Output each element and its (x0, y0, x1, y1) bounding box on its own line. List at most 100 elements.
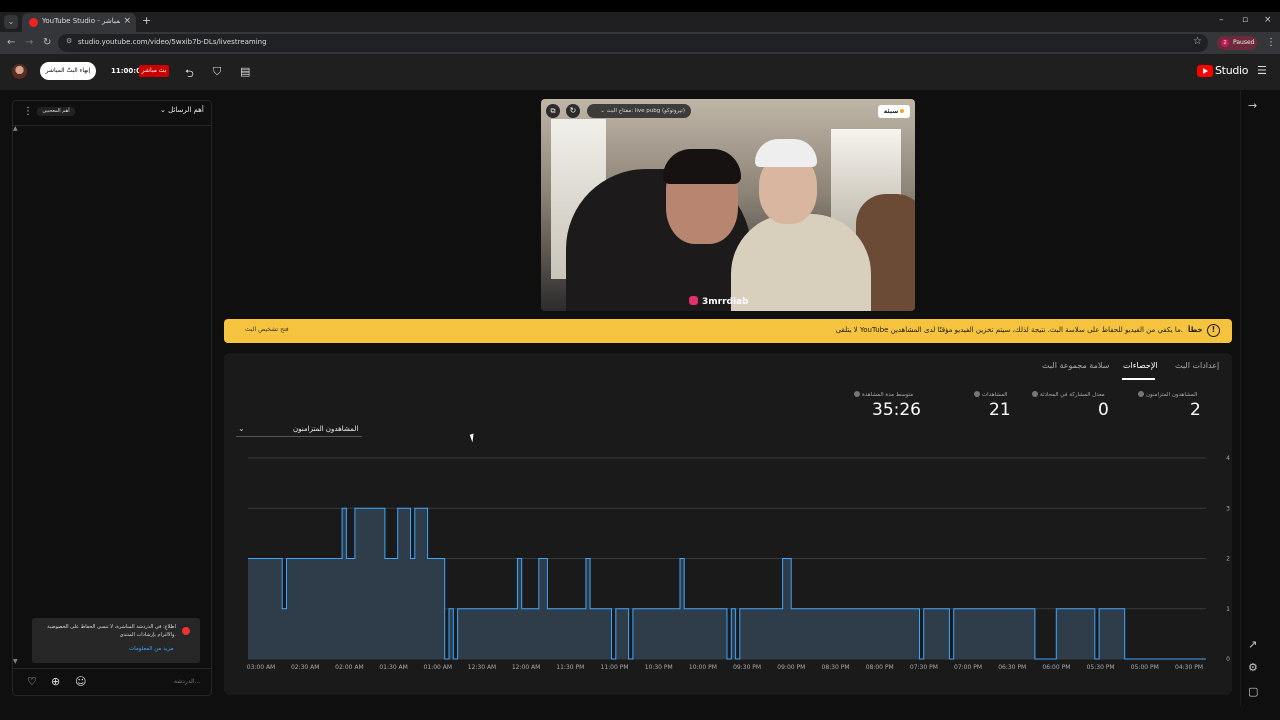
stream-health-badge: سيئة (878, 105, 910, 118)
heart-icon[interactable]: ♡ (27, 675, 37, 688)
y-tick-label: 2 (1226, 556, 1230, 563)
profile-status: Paused (1233, 39, 1255, 46)
maximize-icon[interactable]: ▫ (1242, 15, 1248, 25)
help-icon[interactable] (974, 391, 980, 397)
x-tick-label: 05:00 PM (1131, 664, 1159, 671)
stream-health-label: سيئة (883, 108, 899, 115)
window-top-bar (0, 0, 1280, 12)
end-stream-button[interactable]: إنهاء البثّ المباشر (40, 62, 96, 80)
metric-name: معدل المشاركة في المحادثة (1040, 392, 1105, 398)
profile-button[interactable]: 2 Paused (1217, 36, 1257, 50)
tab-analytics[interactable]: الإحصاءات (1123, 361, 1158, 370)
channel-avatar[interactable] (12, 64, 27, 79)
feedback-icon[interactable]: ▢ (1248, 685, 1258, 698)
tab-stream-health[interactable]: سلامة مجموعة البث (1042, 361, 1109, 370)
reload-icon[interactable]: ↻ (43, 37, 51, 48)
tab-stream-settings[interactable]: إعدادات البث (1175, 361, 1219, 370)
scroll-down-arrow-icon[interactable]: ▼ (13, 658, 18, 665)
share-icon[interactable]: ⮌ (185, 65, 194, 84)
metric-value: 2 (1190, 400, 1201, 420)
site-info-icon[interactable]: ⚙ (66, 37, 72, 45)
chat-mode-label: أهم الرسائل (168, 106, 204, 114)
x-tick-label: 07:30 PM (910, 664, 938, 671)
chevron-down-icon: ⌄ (160, 106, 166, 114)
x-tick-label: 09:30 PM (733, 664, 761, 671)
url-text: studio.youtube.com/video/5wxib7b-DLs/liv… (78, 38, 267, 46)
top-fans-chip[interactable]: أهم المعجبين (37, 107, 75, 116)
refresh-icon[interactable]: ↻ (566, 104, 580, 118)
expand-arrow-icon[interactable]: → (1248, 99, 1257, 112)
metric-label: متوسط مدة المشاهدة (854, 391, 913, 398)
close-window-icon[interactable]: × (1264, 15, 1272, 25)
youtube-logo-icon (1197, 65, 1213, 77)
scroll-up-arrow-icon[interactable]: ▲ (13, 125, 18, 132)
metric-label: المشاهدات (974, 391, 1007, 398)
youtube-favicon-icon (29, 18, 38, 27)
person-left-hair (663, 149, 741, 184)
status-dot-icon (900, 109, 905, 113)
tab-search-button[interactable]: ⌄ (4, 15, 18, 29)
profile-avatar: 2 (1221, 39, 1229, 47)
stream-preview[interactable] (541, 99, 915, 311)
metric-select-label: المشاهدون المتزامنون (293, 425, 359, 433)
diagnose-link[interactable]: فتح تشخيص البث (245, 326, 289, 333)
right-rail (1240, 90, 1280, 706)
x-tick-label: 06:00 PM (1042, 664, 1070, 671)
settings-gear-icon[interactable]: ⚙ (1248, 661, 1258, 674)
clapperboard-icon[interactable]: ▤ (240, 65, 250, 78)
menu-icon[interactable]: ☰ (1257, 64, 1267, 77)
x-tick-label: 03:00 AM (247, 664, 275, 671)
x-tick-label: 11:00 PM (601, 664, 629, 671)
x-tick-label: 06:30 PM (998, 664, 1026, 671)
x-tick-label: 10:30 PM (645, 664, 673, 671)
x-tick-label: 04:30 PM (1175, 664, 1203, 671)
browser-menu-icon[interactable]: ⋮ (1266, 37, 1276, 48)
metric-value: 0 (1098, 400, 1109, 420)
y-tick-label: 3 (1226, 505, 1230, 512)
copy-icon[interactable]: ⧉ (546, 104, 560, 118)
live-chat-panel (12, 100, 212, 696)
forward-icon[interactable]: → (25, 37, 33, 48)
close-tab-icon[interactable]: × (123, 16, 131, 26)
metric-label: المشاهدون المتزامنون (1138, 391, 1197, 398)
instagram-icon (689, 296, 698, 305)
learn-more-link[interactable]: مزيد من المعلومات (129, 646, 174, 652)
new-tab-icon[interactable]: + (142, 14, 151, 27)
tab-title: YouTube Studio - البث المباشر (42, 17, 120, 25)
instagram-handle: 3mrrdiab (689, 296, 749, 307)
banner-message: لا يتلقى YouTube ما يكفي من الفيديو للحف… (835, 326, 1183, 334)
person-right (731, 214, 871, 311)
metric-name: المشاهدون المتزامنون (1146, 392, 1198, 398)
x-tick-label: 02:30 AM (291, 664, 319, 671)
metric-name: متوسط مدة المشاهدة (862, 392, 914, 398)
stream-key-label: مفتاح البث: live pubg (تيروتوكو) (606, 108, 685, 114)
x-tick-label: 01:30 AM (379, 664, 407, 671)
banner-title: خطأ (1188, 326, 1203, 334)
chat-mode-dropdown[interactable]: ⌄ أهم الرسائل (160, 106, 204, 114)
x-tick-label: 12:30 AM (468, 664, 496, 671)
chevron-down-icon[interactable]: ⌄ (238, 424, 245, 433)
tab-strip (0, 12, 1280, 32)
help-icon[interactable] (1032, 391, 1038, 397)
x-tick-label: 02:00 AM (335, 664, 363, 671)
browser-tab[interactable]: YouTube Studio - البث المباشر × (22, 13, 136, 32)
warning-icon: ! (1207, 324, 1220, 337)
add-icon[interactable]: ⊕ (51, 675, 60, 688)
x-tick-label: 10:00 PM (689, 664, 717, 671)
person-right-cap (755, 139, 817, 167)
emoji-icon[interactable]: ☺ (75, 675, 86, 688)
stream-key-dropdown[interactable]: ⌄ مفتاح البث: live pubg (تيروتوكو) (587, 104, 691, 118)
minimize-icon[interactable]: – (1219, 15, 1224, 25)
metric-value: 21 (989, 400, 1011, 420)
back-icon[interactable]: ← (7, 37, 15, 48)
bookmark-icon[interactable]: ⛉ (213, 65, 221, 79)
help-icon[interactable] (854, 391, 860, 397)
chat-more-icon[interactable]: ⋮ (23, 106, 33, 117)
metric-name: المشاهدات (982, 392, 1008, 398)
help-icon[interactable] (1138, 391, 1144, 397)
x-tick-label: 07:00 PM (954, 664, 982, 671)
external-link-icon[interactable]: ↗ (1248, 638, 1257, 651)
bookmark-star-icon[interactable]: ☆ (1193, 36, 1202, 47)
youtube-notice-icon (182, 627, 190, 635)
chat-input[interactable]: الدردشة... (174, 678, 200, 685)
